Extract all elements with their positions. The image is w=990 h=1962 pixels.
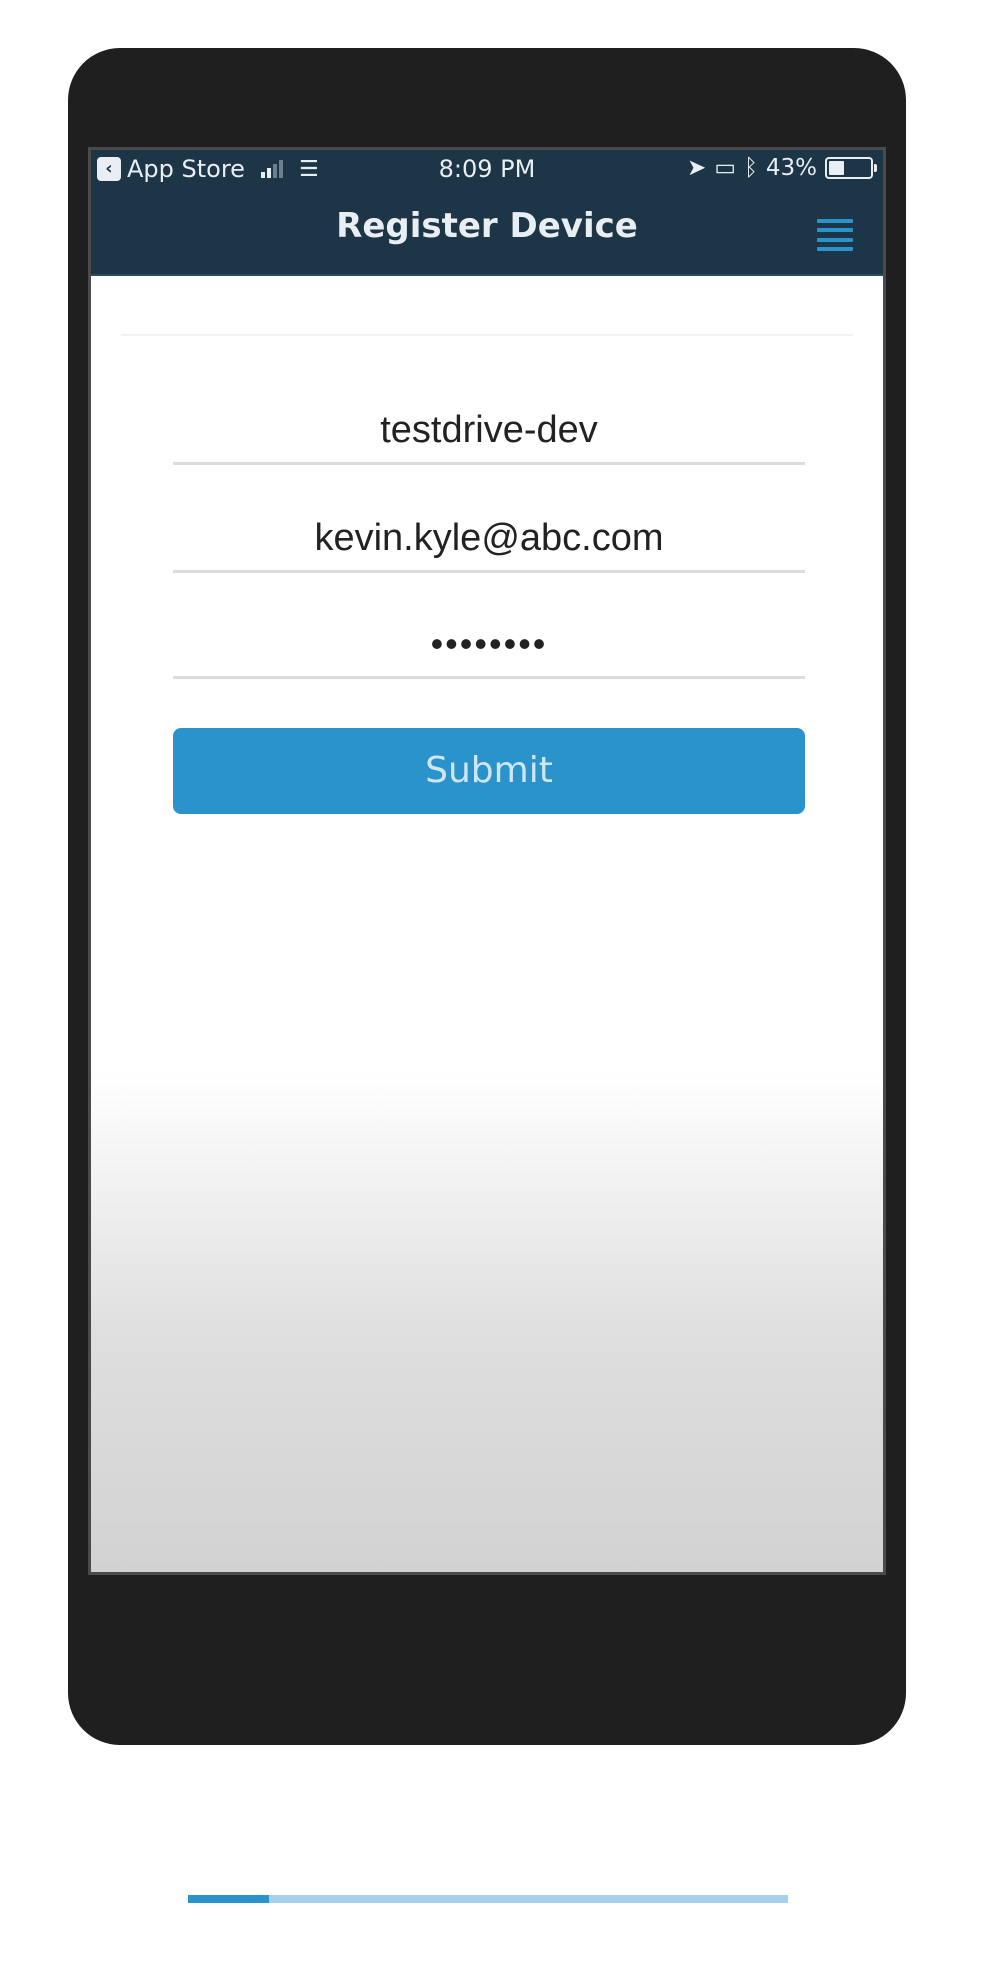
battery-nub xyxy=(874,164,877,172)
location-icon: ➤ xyxy=(687,155,707,181)
page-title: Register Device xyxy=(336,206,638,246)
phone-screen: ‹ App Store ☰ 8:09 PM ➤ ▭ ᛒ 43% Register… xyxy=(88,147,886,1575)
battery-percent: 43% xyxy=(765,155,817,181)
airplay-icon: ▭ xyxy=(714,155,737,181)
battery-fill xyxy=(829,161,844,175)
video-frame: ‹ App Store ☰ 8:09 PM ➤ ▭ ᛒ 43% Register… xyxy=(0,0,990,1962)
hamburger-icon[interactable] xyxy=(817,219,853,251)
status-right: ➤ ▭ ᛒ 43% xyxy=(687,155,877,181)
bluetooth-icon: ᛒ xyxy=(744,155,758,181)
nav-bar: Register Device xyxy=(91,188,883,276)
status-bar: ‹ App Store ☰ 8:09 PM ➤ ▭ ᛒ 43% xyxy=(91,150,883,188)
register-form: testdrive-dev kevin.kyle@abc.com •••••••… xyxy=(91,276,883,1572)
video-progress-track[interactable] xyxy=(188,1895,788,1903)
video-progress-fill xyxy=(188,1895,269,1903)
password-field[interactable]: •••••••• xyxy=(173,616,805,679)
domain-field[interactable]: testdrive-dev xyxy=(173,402,805,465)
submit-button[interactable]: Submit xyxy=(173,728,805,814)
battery-icon xyxy=(825,157,877,179)
email-field[interactable]: kevin.kyle@abc.com xyxy=(173,510,805,573)
top-divider xyxy=(121,334,853,336)
